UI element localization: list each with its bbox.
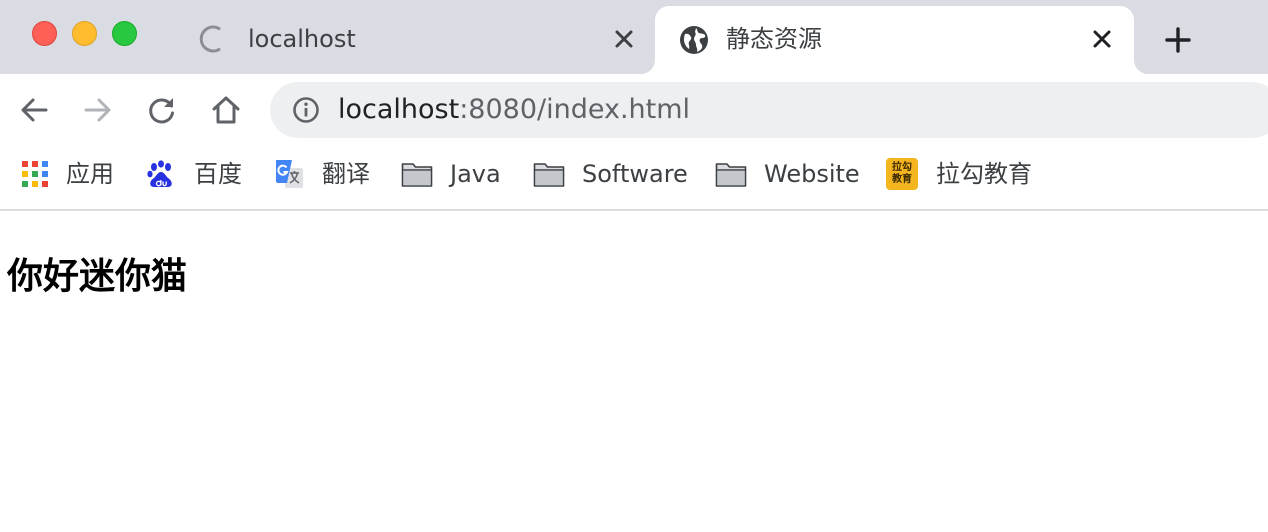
bookmark-translate[interactable]: 翻译 bbox=[274, 158, 370, 190]
reload-icon[interactable] bbox=[146, 94, 178, 126]
url-host: localhost bbox=[338, 94, 460, 125]
bookmark-label: 百度 bbox=[194, 160, 242, 188]
new-tab-plus-icon[interactable] bbox=[1163, 25, 1193, 55]
bookmark-folder-software[interactable]: Software bbox=[533, 158, 688, 190]
close-tab-icon[interactable] bbox=[1090, 27, 1114, 51]
browser-toolbar: localhost:8080/index.html bbox=[0, 74, 1268, 146]
bookmark-label: 拉勾教育 bbox=[936, 160, 1032, 188]
info-icon[interactable] bbox=[292, 96, 320, 124]
arrow-right-icon[interactable] bbox=[82, 94, 114, 126]
bookmarks-bar: 应用 百度 翻译 Java Software Website 拉勾教育 拉勾教育 bbox=[0, 146, 1268, 211]
folder-icon bbox=[715, 163, 747, 187]
loading-spinner-icon bbox=[199, 25, 221, 53]
tab-localhost[interactable]: localhost bbox=[184, 6, 654, 74]
folder-icon bbox=[401, 163, 433, 187]
window-close-button[interactable] bbox=[32, 21, 57, 46]
bookmark-baidu[interactable]: 百度 bbox=[146, 158, 242, 190]
bookmark-folder-website[interactable]: Website bbox=[715, 158, 860, 190]
bookmark-folder-java[interactable]: Java bbox=[401, 158, 501, 190]
address-bar[interactable]: localhost:8080/index.html bbox=[270, 82, 1268, 138]
globe-icon bbox=[680, 26, 708, 54]
url-path: :8080/index.html bbox=[459, 94, 691, 125]
tab-title: 静态资源 bbox=[726, 25, 822, 53]
close-tab-icon[interactable] bbox=[612, 27, 636, 51]
bookmark-label: Software bbox=[582, 160, 688, 188]
url-text[interactable]: localhost:8080/index.html bbox=[338, 93, 690, 127]
home-icon[interactable] bbox=[210, 94, 242, 126]
apps-grid-icon bbox=[22, 161, 48, 187]
lagou-icon: 拉勾教育 bbox=[886, 158, 918, 190]
bookmark-apps[interactable]: 应用 bbox=[20, 158, 114, 190]
folder-icon bbox=[533, 163, 565, 187]
bookmark-label: 翻译 bbox=[322, 160, 370, 188]
baidu-paw-icon bbox=[147, 160, 172, 187]
tab-title: localhost bbox=[248, 25, 356, 53]
google-translate-icon bbox=[276, 160, 303, 188]
window-maximize-button[interactable] bbox=[112, 21, 137, 46]
tab-static-resources[interactable]: 静态资源 bbox=[655, 6, 1134, 74]
bookmark-lagou[interactable]: 拉勾教育 拉勾教育 bbox=[886, 158, 1032, 190]
window-minimize-button[interactable] bbox=[72, 21, 97, 46]
page-content: 你好迷你猫 bbox=[0, 213, 1268, 532]
page-heading: 你好迷你猫 bbox=[7, 256, 188, 297]
tab-strip: localhost 静态资源 bbox=[0, 0, 1268, 74]
bookmark-label: Website bbox=[764, 160, 860, 188]
bookmark-label: 应用 bbox=[66, 160, 114, 188]
arrow-left-icon[interactable] bbox=[18, 94, 50, 126]
bookmark-label: Java bbox=[450, 160, 501, 188]
